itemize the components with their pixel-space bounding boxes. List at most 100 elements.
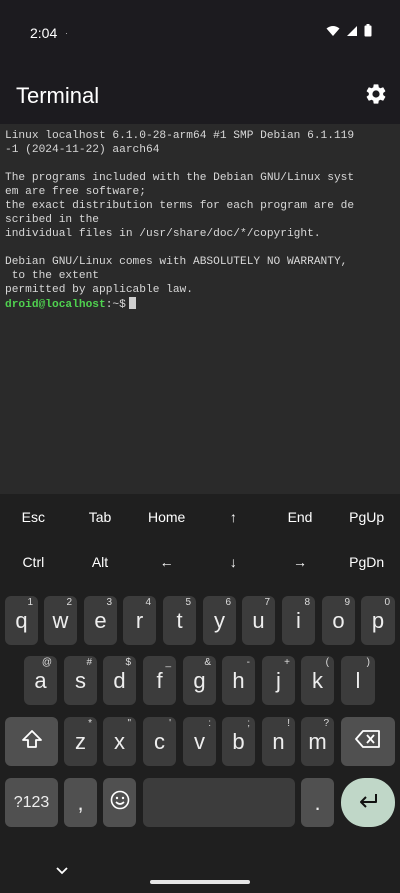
key-s[interactable]: # s (64, 656, 97, 705)
notification-dot: · (65, 28, 68, 38)
extra-keys-row-1: Esc Tab Home ↑ End PgUp (0, 494, 400, 539)
home-key[interactable]: Home (133, 494, 200, 539)
alt-key[interactable]: Alt (67, 539, 134, 584)
terminal-cursor (128, 297, 136, 309)
key-alt-char: 8 (304, 597, 310, 608)
key-char: u (252, 607, 265, 633)
key-c[interactable]: ' c (143, 717, 176, 766)
key-o[interactable]: 9o (322, 596, 355, 645)
key-w[interactable]: 2w (44, 596, 77, 645)
app-bar: Terminal (0, 64, 400, 124)
emoji-key[interactable] (103, 778, 136, 827)
key-char: c (154, 728, 165, 754)
key-char: q (15, 607, 28, 633)
key-q[interactable]: 1q (5, 596, 38, 645)
esc-key[interactable]: Esc (0, 494, 67, 539)
key-char: y (214, 607, 225, 633)
key-char: e (94, 607, 107, 633)
key-b[interactable]: ; b (222, 717, 255, 766)
comma-key[interactable]: , (64, 778, 97, 827)
key-z[interactable]: * z (64, 717, 97, 766)
key-j[interactable]: + j (262, 656, 295, 705)
pgup-key[interactable]: PgUp (333, 494, 400, 539)
key-char: d (113, 667, 126, 693)
key-char: b (232, 728, 245, 754)
key-alt-char: ; (247, 718, 250, 729)
key-k[interactable]: (k (301, 656, 334, 705)
key-char: p (371, 607, 385, 633)
key-char: w (52, 607, 69, 633)
key-h[interactable]: -h (222, 656, 255, 705)
shift-key[interactable] (5, 717, 58, 766)
tab-key[interactable]: Tab (67, 494, 134, 539)
key-e[interactable]: 3e (84, 596, 117, 645)
key-alt-char: # (86, 657, 92, 668)
emoji-icon (110, 790, 130, 816)
terminal-line: Linux localhost 6.1.0-28-arm64 #1 SMP De… (5, 130, 355, 142)
battery-icon (364, 24, 372, 42)
key-alt-char: : (208, 718, 211, 729)
key-r[interactable]: 4r (123, 596, 156, 645)
key-v[interactable]: :v (183, 717, 216, 766)
gesture-handle[interactable] (150, 880, 250, 884)
key-char: i (296, 607, 301, 633)
key-alt-char: - (246, 657, 250, 668)
terminal-output[interactable]: Linux localhost 6.1.0-28-arm64 #1 SMP De… (0, 124, 400, 494)
settings-button[interactable] (364, 82, 388, 106)
arrow-up-key[interactable]: ↑ (200, 494, 267, 539)
key-alt-char: 3 (106, 597, 112, 608)
terminal-line: The programs included with the Debian GN… (5, 172, 355, 184)
key-alt-char: ' (169, 718, 171, 729)
wifi-icon (326, 24, 340, 42)
key-alt-char: 7 (264, 597, 270, 608)
key-char: r (135, 607, 144, 633)
key-char: l (355, 667, 361, 693)
key-char: x (114, 728, 125, 754)
prompt-line: droid@localhost:~$ (5, 297, 396, 311)
key-f[interactable]: _ f (143, 656, 176, 705)
status-time: 2:04 (30, 25, 58, 41)
arrow-left-key[interactable]: ← (133, 539, 200, 584)
key-alt-char: ! (287, 718, 290, 729)
key-m[interactable]: ? m (301, 717, 334, 766)
key-d[interactable]: $ d (103, 656, 136, 705)
space-key[interactable] (143, 778, 295, 827)
key-g[interactable]: & g (183, 656, 216, 705)
gear-icon (364, 84, 388, 110)
status-bar: 2:04 · (0, 0, 400, 64)
app-title: Terminal (16, 83, 100, 108)
arrow-right-key[interactable]: → (267, 539, 334, 584)
key-i[interactable]: 8i (282, 596, 315, 645)
key-n[interactable]: ! n (262, 717, 295, 766)
pgdn-key[interactable]: PgDn (333, 539, 400, 584)
key-char: g (193, 667, 206, 693)
key-alt-char: @ (41, 657, 52, 668)
enter-key[interactable] (341, 778, 395, 827)
key-y[interactable]: 6y (203, 596, 236, 645)
key-u[interactable]: 7u (242, 596, 275, 645)
signal-icon (346, 24, 358, 42)
key-alt-char: 2 (66, 597, 72, 608)
backspace-icon (355, 729, 381, 755)
key-alt-char: ? (323, 718, 329, 729)
key-p[interactable]: 0p (361, 596, 395, 645)
key-t[interactable]: 5t (163, 596, 196, 645)
symbols-key[interactable]: ?123 (5, 778, 58, 827)
key-char: s (75, 667, 86, 693)
terminal-line: Debian GNU/Linux comes with ABSOLUTELY N… (5, 256, 348, 268)
extra-keys-bar: Esc Tab Home ↑ End PgUp Ctrl Alt ← ↓ → P… (0, 494, 400, 584)
key-x[interactable]: " x (103, 717, 136, 766)
arrow-down-key[interactable]: ↓ (200, 539, 267, 584)
status-icons (326, 24, 372, 42)
ctrl-key[interactable]: Ctrl (0, 539, 67, 584)
period-key[interactable]: . (301, 778, 334, 827)
hide-keyboard-button[interactable] (54, 862, 70, 878)
terminal-line: individual files in /usr/share/doc/*/cop… (5, 228, 321, 240)
key-l[interactable]: ) l (341, 656, 375, 705)
backspace-key[interactable] (341, 717, 395, 766)
end-key[interactable]: End (267, 494, 334, 539)
prompt-path: :~$ (105, 299, 126, 311)
key-a[interactable]: @ a (24, 656, 57, 705)
key-char: o (332, 607, 345, 633)
